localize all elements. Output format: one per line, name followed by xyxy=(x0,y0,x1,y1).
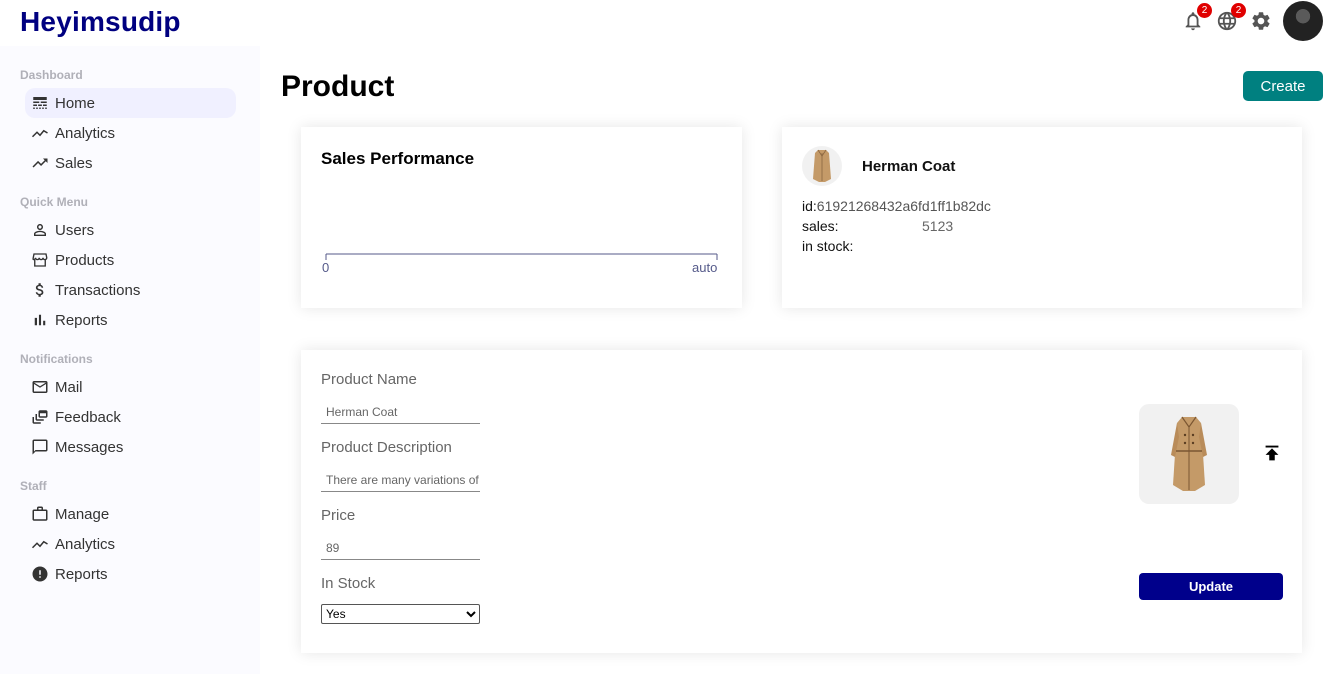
product-image[interactable] xyxy=(1139,404,1239,504)
sidebar-item-label: Feedback xyxy=(55,408,121,426)
product-name: Herman Coat xyxy=(862,158,956,175)
upload-icon[interactable] xyxy=(1261,442,1283,464)
x-tick-label-end: auto xyxy=(692,260,718,275)
settings-button[interactable] xyxy=(1250,10,1272,32)
sidebar-item-label: Mail xyxy=(55,378,83,396)
sales-performance-card: Sales Performance 0 auto xyxy=(301,127,742,308)
storefront-icon xyxy=(31,251,49,269)
notifications-badge: 2 xyxy=(1197,3,1212,18)
language-badge: 2 xyxy=(1231,3,1246,18)
briefcase-icon xyxy=(31,505,49,523)
sidebar-item-home[interactable]: Home xyxy=(25,88,236,118)
sidebar-item-label: Analytics xyxy=(55,535,116,553)
sales-performance-chart xyxy=(325,253,718,260)
sidebar-item-products[interactable]: Products xyxy=(25,245,236,275)
sidebar-item-sales[interactable]: Sales xyxy=(25,148,236,178)
in-stock-select[interactable]: Yes No xyxy=(321,604,480,624)
product-sales-label: sales: xyxy=(802,218,839,234)
price-label: Price xyxy=(321,507,356,524)
gear-icon xyxy=(1252,12,1270,30)
chat-bubble-icon xyxy=(31,438,49,456)
user-avatar[interactable] xyxy=(1283,1,1323,41)
coat-image-icon xyxy=(1171,416,1207,491)
person-icon xyxy=(31,221,49,239)
product-name-input[interactable] xyxy=(321,400,480,424)
page-title: Product xyxy=(281,70,395,103)
product-description-input[interactable] xyxy=(321,468,480,492)
sidebar-item-users[interactable]: Users xyxy=(25,215,236,245)
in-stock-label: In Stock xyxy=(321,575,376,592)
sidebar-item-mail[interactable]: Mail xyxy=(25,372,236,402)
timeline-icon xyxy=(31,124,49,142)
line-style-icon xyxy=(31,94,49,112)
sidebar: Dashboard Home Analytics Sales Quick Men… xyxy=(0,46,260,674)
price-input[interactable] xyxy=(321,536,480,560)
coat-icon xyxy=(813,149,831,182)
sidebar-section-quick-menu: Quick Menu xyxy=(20,195,89,209)
sidebar-item-transactions[interactable]: Transactions xyxy=(25,275,236,305)
sidebar-item-label: Sales xyxy=(55,154,93,172)
product-info-card: Herman Coat id:61921268432a6fd1ff1b82dc … xyxy=(782,127,1302,308)
top-bar: Heyimsudip 2 2 xyxy=(0,0,1335,46)
sidebar-item-manage[interactable]: Manage xyxy=(25,499,236,529)
product-id-label: id: xyxy=(802,198,817,214)
sidebar-section-staff: Staff xyxy=(20,479,47,493)
app-logo[interactable]: Heyimsudip xyxy=(20,6,181,38)
product-name-label: Product Name xyxy=(321,371,417,388)
sidebar-item-label: Users xyxy=(55,221,95,239)
language-button[interactable]: 2 xyxy=(1216,3,1246,32)
sidebar-item-staff-reports[interactable]: Reports xyxy=(25,559,236,589)
sidebar-item-label: Reports xyxy=(55,565,108,583)
sidebar-item-label: Reports xyxy=(55,311,108,329)
sidebar-item-staff-analytics[interactable]: Analytics xyxy=(25,529,236,559)
sidebar-item-label: Transactions xyxy=(55,281,141,299)
sidebar-section-notifications: Notifications xyxy=(20,352,93,366)
product-edit-form: Product Name Product Description Price I… xyxy=(301,350,1302,653)
trending-up-icon xyxy=(31,154,49,172)
product-sales-value: 5123 xyxy=(922,218,954,234)
bar-chart-icon xyxy=(31,311,49,329)
sidebar-item-label: Analytics xyxy=(55,124,116,142)
x-tick-label-start: 0 xyxy=(322,260,330,275)
product-stock-label: in stock: xyxy=(802,238,854,254)
mail-icon xyxy=(31,378,49,396)
sidebar-item-label: Manage xyxy=(55,505,110,523)
notifications-button[interactable]: 2 xyxy=(1182,3,1212,32)
sidebar-section-dashboard: Dashboard xyxy=(20,68,83,82)
product-description-label: Product Description xyxy=(321,439,452,456)
dynamic-feed-icon xyxy=(31,408,49,426)
create-button[interactable]: Create xyxy=(1243,71,1323,101)
dollar-icon xyxy=(31,281,49,299)
sidebar-item-label: Messages xyxy=(55,438,124,456)
product-id-row: id:61921268432a6fd1ff1b82dc xyxy=(802,198,991,214)
product-thumbnail xyxy=(802,146,842,186)
timeline-icon xyxy=(31,535,49,553)
sidebar-item-label: Products xyxy=(55,251,115,269)
product-id-value: 61921268432a6fd1ff1b82dc xyxy=(816,198,991,214)
sidebar-item-messages[interactable]: Messages xyxy=(25,432,236,462)
report-icon xyxy=(31,565,49,583)
sidebar-item-analytics[interactable]: Analytics xyxy=(25,118,236,148)
sidebar-item-reports[interactable]: Reports xyxy=(25,305,236,335)
sidebar-item-label: Home xyxy=(55,94,96,112)
update-button[interactable]: Update xyxy=(1139,573,1283,600)
sidebar-item-feedback[interactable]: Feedback xyxy=(25,402,236,432)
